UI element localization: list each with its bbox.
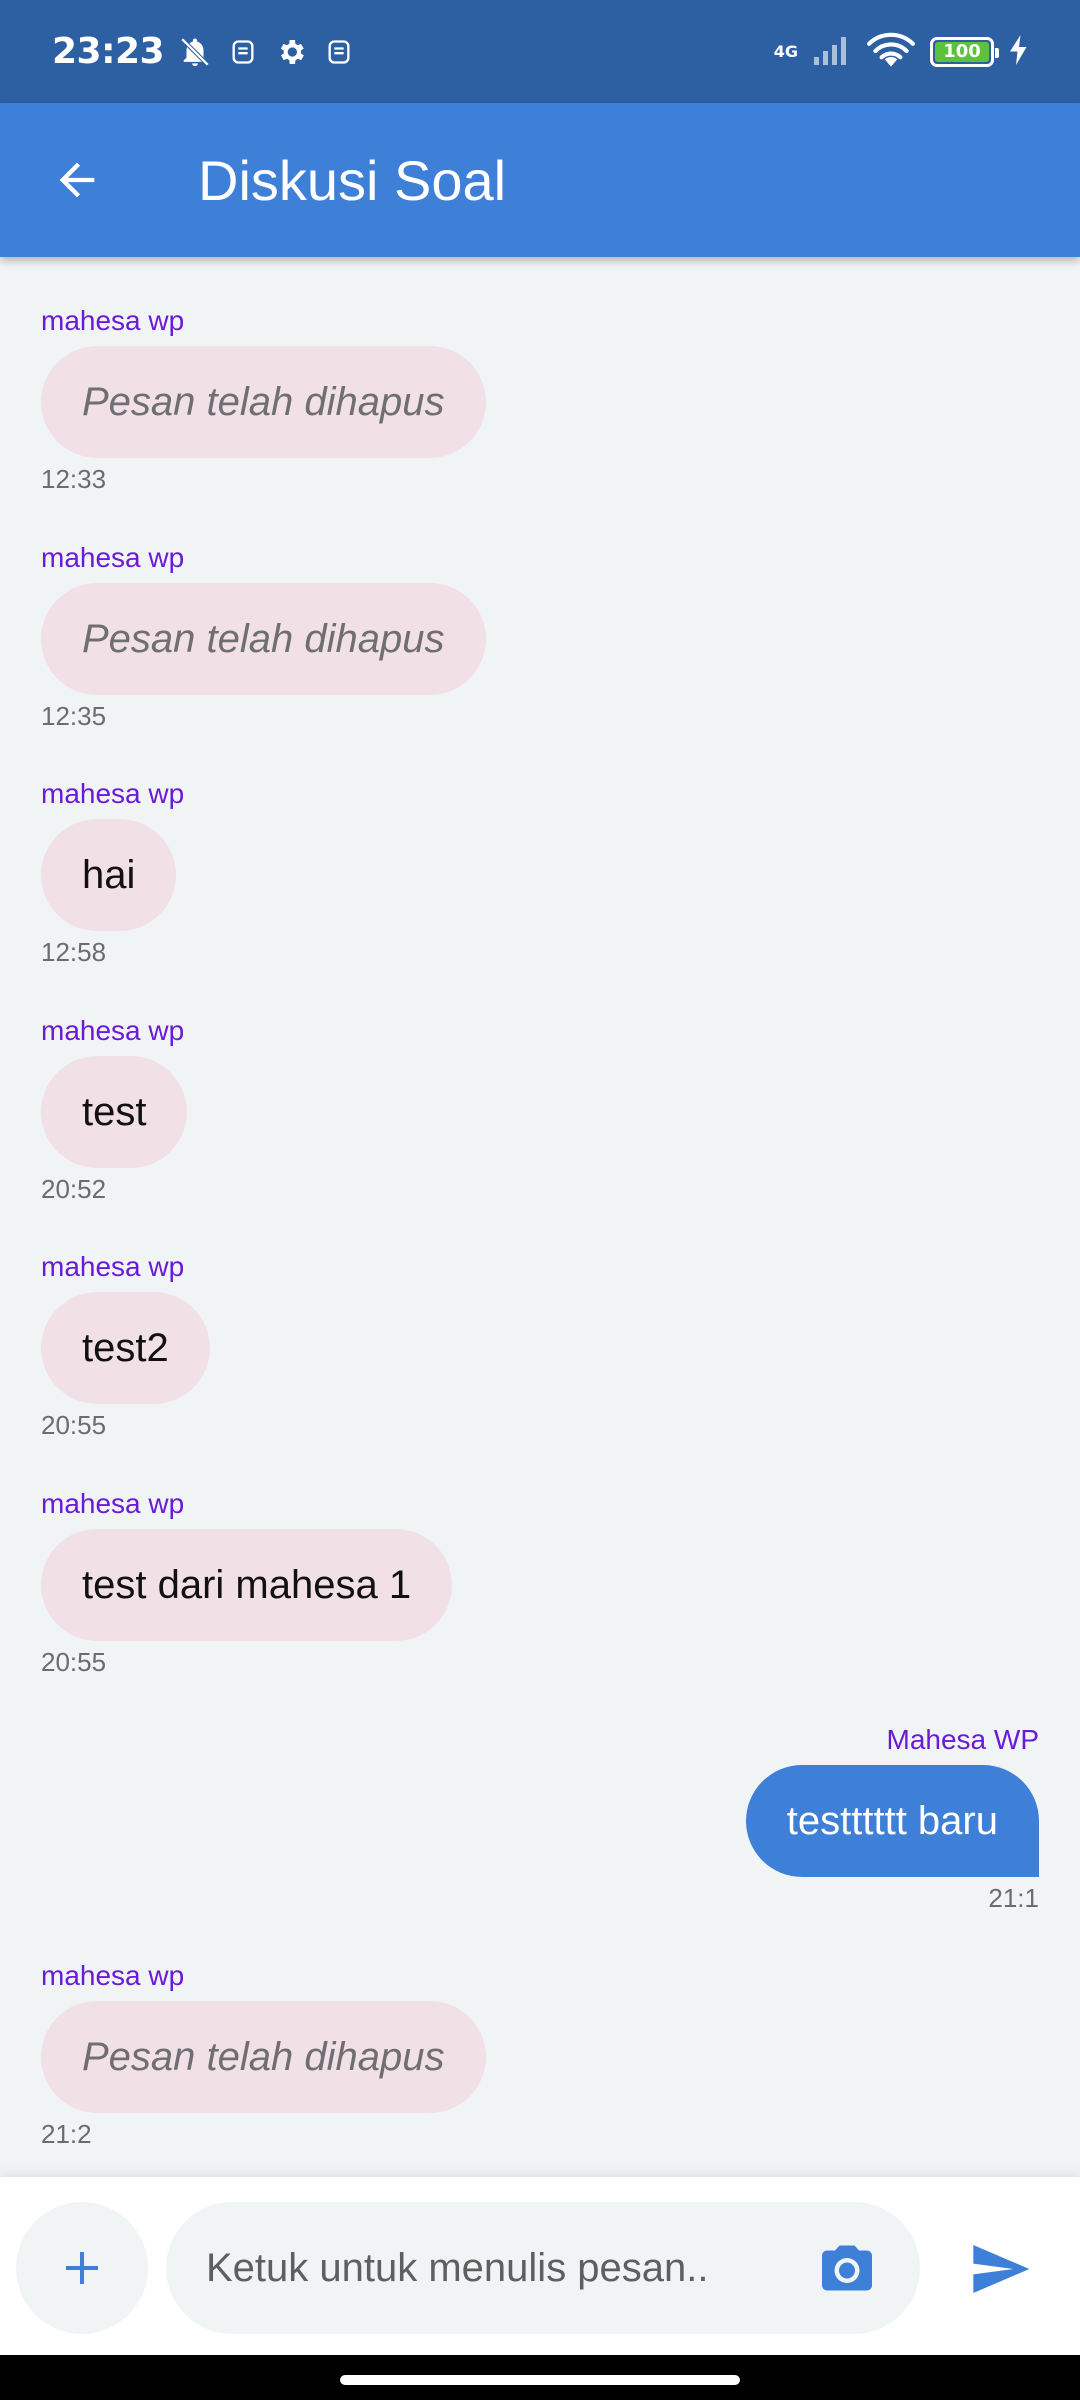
message-time: 12:58 xyxy=(41,937,107,967)
message-time: 20:52 xyxy=(41,1174,107,1204)
message-item: mahesa wp Pesan telah dihapus 21:2 xyxy=(41,1959,486,2151)
message-time: 12:35 xyxy=(41,701,107,731)
wifi-icon xyxy=(866,31,916,73)
message-time: 20:55 xyxy=(41,1647,107,1677)
message-bubble[interactable]: Pesan telah dihapus xyxy=(41,2001,486,2113)
message-sender: mahesa wp xyxy=(41,1251,185,1282)
app-notification-icon xyxy=(226,35,260,69)
send-icon xyxy=(973,2245,1030,2293)
message-bubble[interactable]: Pesan telah dihapus xyxy=(41,583,486,695)
message-sender: mahesa wp xyxy=(41,305,185,336)
camera-icon xyxy=(822,2245,872,2291)
send-button[interactable] xyxy=(960,2229,1040,2309)
message-input-placeholder: Ketuk untuk menulis pesan.. xyxy=(206,2245,709,2290)
arrow-left-icon xyxy=(59,162,95,198)
message-item-own: Mahesa WP testttttt baru 21:1 xyxy=(745,1723,1040,1915)
message-sender: mahesa wp xyxy=(41,778,185,809)
signal-icon xyxy=(812,33,852,71)
message-sender: mahesa wp xyxy=(41,1015,185,1046)
notifications-off-icon xyxy=(178,35,212,69)
message-sender: mahesa wp xyxy=(41,542,185,573)
plus-icon xyxy=(66,2252,98,2284)
app-bar: Diskusi Soal xyxy=(0,103,1080,257)
message-bubble-own[interactable]: testttttt baru xyxy=(745,1765,1039,1877)
status-time: 23:23 xyxy=(52,31,165,72)
message-item: mahesa wp hai 12:58 xyxy=(41,777,184,969)
message-bubble[interactable]: test2 xyxy=(41,1292,210,1404)
message-sender: mahesa wp xyxy=(41,1488,185,1519)
system-navigation-bar xyxy=(0,2355,1080,2400)
message-composer: Ketuk untuk menulis pesan.. xyxy=(0,2177,1080,2355)
battery-level: 100 xyxy=(935,41,989,62)
settings-status-icon xyxy=(274,35,308,69)
add-attachment-button[interactable] xyxy=(16,2202,148,2334)
message-sender: mahesa wp xyxy=(41,1960,185,1991)
message-bubble[interactable]: hai xyxy=(41,819,177,931)
message-time: 20:55 xyxy=(41,1410,107,1440)
status-right: 4G 100 xyxy=(774,31,1030,73)
message-input[interactable]: Ketuk untuk menulis pesan.. xyxy=(166,2202,920,2334)
camera-button[interactable] xyxy=(814,2235,880,2301)
message-item: mahesa wp Pesan telah dihapus 12:35 xyxy=(41,541,486,733)
app-notification-icon xyxy=(322,35,356,69)
message-sender: Mahesa WP xyxy=(886,1724,1040,1755)
status-left: 23:23 xyxy=(52,31,356,72)
message-item: mahesa wp test2 20:55 xyxy=(41,1250,210,1442)
message-time: 12:33 xyxy=(41,464,107,494)
status-bar: 23:23 4G 100 xyxy=(0,0,1080,103)
message-bubble[interactable]: test xyxy=(41,1056,188,1168)
message-bubble[interactable]: Pesan telah dihapus xyxy=(41,346,486,458)
message-time: 21:2 xyxy=(41,2119,92,2149)
message-time: 21:1 xyxy=(988,1883,1039,1913)
back-button[interactable] xyxy=(29,132,125,228)
message-item: mahesa wp test 20:52 xyxy=(41,1014,188,1206)
chat-message-list[interactable]: mahesa wp Pesan telah dihapus 12:33 mahe… xyxy=(0,257,1080,2177)
charging-icon xyxy=(1008,34,1030,69)
battery-indicator: 100 xyxy=(930,36,999,67)
message-item: mahesa wp Pesan telah dihapus 12:33 xyxy=(41,304,486,496)
message-bubble[interactable]: test dari mahesa 1 xyxy=(41,1529,453,1641)
network-type-label: 4G xyxy=(773,41,798,61)
message-item: mahesa wp test dari mahesa 1 20:55 xyxy=(41,1487,453,1679)
home-gesture-handle[interactable] xyxy=(340,2375,740,2385)
page-title: Diskusi Soal xyxy=(198,148,507,212)
